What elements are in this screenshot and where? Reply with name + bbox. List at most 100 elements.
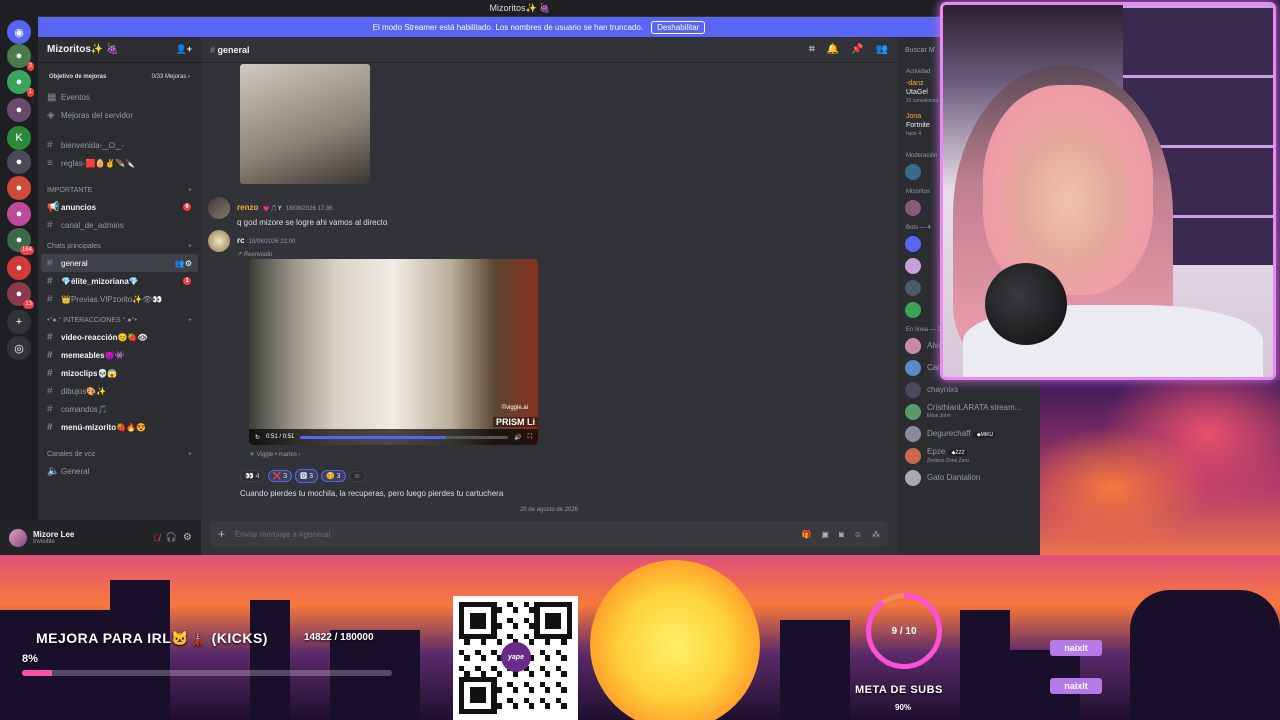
category-chats[interactable]: Chats principales + bbox=[38, 238, 201, 254]
add-channel-icon[interactable]: + bbox=[188, 317, 192, 324]
volume-icon[interactable]: 🔊 bbox=[514, 434, 521, 441]
channel-previas[interactable]: # 👑Previas.VIPzorito✨👁👀 bbox=[38, 290, 201, 308]
channel-memeables[interactable]: # memeables😈👾 bbox=[38, 346, 201, 364]
server-icon[interactable]: ● 1 bbox=[7, 70, 34, 97]
add-attachment-icon[interactable]: + bbox=[218, 527, 225, 541]
member-row[interactable]: Epze ◆ZZZ Zenless Zone Zero bbox=[897, 445, 1040, 467]
channel-boosts[interactable]: ◈ Mejoras del servidor bbox=[38, 106, 201, 124]
add-reaction-icon[interactable]: ☺ bbox=[348, 471, 366, 482]
channel-general[interactable]: # general 👥⚙ bbox=[41, 254, 198, 272]
server-icon[interactable]: ● bbox=[7, 176, 31, 200]
server-icon[interactable]: ● bbox=[7, 256, 31, 280]
reaction-button[interactable]: 🥴 3 bbox=[320, 470, 346, 482]
compass-icon[interactable]: ◎ bbox=[7, 336, 31, 360]
rules-icon: ≡ bbox=[47, 157, 53, 169]
channel-video-reaccion[interactable]: # video-reacción😊🍓👁 bbox=[38, 328, 201, 346]
channel-mizoclips[interactable]: # mizoclips💀😱 bbox=[38, 364, 201, 382]
category-interacciones[interactable]: •°●.° INTERACCIONES °.●°• + bbox=[38, 312, 201, 328]
settings-icon[interactable]: 👥⚙ bbox=[175, 259, 192, 268]
member-row[interactable]: chaynixs bbox=[897, 379, 1040, 401]
hash-icon: # bbox=[210, 44, 218, 55]
channel-reglas[interactable]: ≡ reglas-🟥🥚✌🪶🔪 bbox=[38, 154, 201, 172]
forwarded-label: ↱ Reenviado bbox=[237, 252, 273, 258]
subs-goal-ring: 9 / 10 bbox=[866, 593, 942, 669]
gif-icon[interactable]: ▣ bbox=[821, 530, 829, 539]
replay-icon[interactable]: ↻ bbox=[255, 434, 260, 441]
category-voz[interactable]: Canales de voz + bbox=[38, 446, 201, 462]
channel-label: Eventos bbox=[61, 92, 90, 102]
channel-anuncios[interactable]: 📢 anuncios 6 bbox=[38, 198, 201, 216]
member-row[interactable]: Gato Dantalion bbox=[897, 467, 1040, 489]
message-text: q god mizore se logre ahi vamos al direc… bbox=[237, 218, 388, 227]
server-icon[interactable]: ● bbox=[7, 202, 31, 226]
channel-sidebar: Mizoritos✨ 🍇 👤+ Objetivo de mejoras 0/33… bbox=[38, 37, 201, 520]
video-embed[interactable]: ©viggle.ai PRISM Li ↻ 0:51 / 0:51 🔊 ⛶ bbox=[249, 259, 538, 445]
invite-icon[interactable]: 👤+ bbox=[176, 44, 192, 55]
gift-icon[interactable]: 🎁 bbox=[801, 530, 811, 539]
mic-muted-icon[interactable]: 🎙̸ bbox=[153, 533, 160, 543]
reaction-button[interactable]: ❌ 3 bbox=[267, 470, 293, 482]
microphone bbox=[985, 263, 1067, 345]
channel-bienvenida[interactable]: # bienvenida-‿O‿- bbox=[38, 136, 201, 154]
boost-goal[interactable]: Objetivo de mejoras 0/33 Mejoras › bbox=[44, 70, 195, 84]
channel-label: general bbox=[61, 258, 88, 268]
streamer-mode-banner: El modo Streamer está habilitado. Los no… bbox=[38, 17, 1040, 37]
member-row[interactable]: Degurechaff ◆MIKU bbox=[897, 423, 1040, 445]
server-icon[interactable]: ● 13 bbox=[7, 282, 34, 309]
avatar bbox=[905, 236, 921, 252]
gear-icon[interactable]: ⚙ bbox=[183, 532, 192, 543]
avatar bbox=[905, 280, 921, 296]
add-icon[interactable]: + bbox=[7, 310, 31, 334]
message-author[interactable]: renzo bbox=[237, 203, 258, 212]
apps-icon[interactable]: ⁂ bbox=[872, 530, 880, 539]
sticker-icon[interactable]: ◙ bbox=[839, 530, 844, 539]
pin-icon[interactable]: 📌 bbox=[851, 44, 863, 55]
server-icon[interactable]: ● bbox=[7, 150, 31, 174]
reaction-button[interactable]: 👀 4 bbox=[240, 470, 265, 482]
add-channel-icon[interactable]: + bbox=[188, 243, 192, 250]
server-icon[interactable]: ● 3 bbox=[7, 44, 34, 71]
channel-label: canal_de_admins bbox=[61, 220, 124, 230]
avatar bbox=[905, 448, 921, 464]
add-channel-icon[interactable]: + bbox=[188, 187, 192, 194]
avatar bbox=[905, 360, 921, 376]
kicks-goal: MEJORA PARA IRL🐱🗼 (KICKS) 14822 / 180000… bbox=[12, 626, 404, 686]
headphones-icon[interactable]: 🎧 bbox=[166, 532, 177, 543]
channel-menu-mizorito[interactable]: # menú-mizorito🍓🔥😍 bbox=[38, 418, 201, 436]
server-icon[interactable]: ● 164 bbox=[7, 228, 34, 255]
reaction-button[interactable]: 🅳 3 bbox=[295, 469, 318, 483]
threads-icon[interactable]: ⌗ bbox=[809, 44, 815, 55]
message-author[interactable]: rc bbox=[237, 236, 245, 245]
avatar[interactable] bbox=[208, 230, 230, 252]
reactions: 👀 4 ❌ 3 🅳 3 🥴 3 ☺ bbox=[240, 465, 369, 483]
channel-comandos[interactable]: # comandos🎵 bbox=[38, 400, 201, 418]
bell-icon[interactable]: 🔔 bbox=[827, 44, 839, 55]
message-composer[interactable]: + Enviar mensaje a #general 🎁 ▣ ◙ ☺ ⁂ bbox=[210, 521, 888, 547]
video-progress[interactable] bbox=[300, 435, 509, 439]
add-channel-icon[interactable]: + bbox=[188, 451, 192, 458]
disable-streamer-button[interactable]: Deshabilitar bbox=[651, 20, 706, 34]
voice-channel-general[interactable]: 🔈 General bbox=[38, 462, 201, 480]
channel-events[interactable]: ▦ Eventos bbox=[38, 88, 201, 106]
emoji-icon[interactable]: ☺ bbox=[854, 530, 862, 539]
channel-label: video-reacción😊🍓👁 bbox=[61, 332, 148, 342]
server-icon[interactable]: K bbox=[7, 126, 31, 150]
squirrel-image[interactable] bbox=[240, 64, 370, 184]
channel-dibujos[interactable]: # dibujos🎨✨ bbox=[38, 382, 201, 400]
channel-elite[interactable]: # 💎élite_mizoriana💎 1 bbox=[38, 272, 201, 290]
members-icon[interactable]: 👥 bbox=[876, 44, 888, 55]
category-importante[interactable]: IMPORTANTE + bbox=[38, 182, 201, 198]
server-icon[interactable]: ● bbox=[7, 98, 31, 122]
avatar[interactable] bbox=[9, 528, 27, 547]
discord-icon[interactable]: ◉ bbox=[7, 20, 31, 44]
channel-label: reglas-🟥🥚✌🪶🔪 bbox=[61, 158, 136, 168]
chat-header: # general ⌗ 🔔 📌 👥 bbox=[201, 37, 897, 63]
webcam-feed bbox=[940, 2, 1276, 380]
avatar[interactable] bbox=[208, 197, 230, 219]
fullscreen-icon[interactable]: ⛶ bbox=[528, 434, 532, 441]
guild-header[interactable]: Mizoritos✨ 🍇 👤+ bbox=[38, 37, 201, 63]
embed-source-text: Viggle • martes › bbox=[256, 452, 301, 458]
category-label: IMPORTANTE bbox=[47, 186, 93, 194]
member-row[interactable]: CristhianLARATA stream... Elton John bbox=[897, 401, 1040, 423]
channel-admins[interactable]: # canal_de_admins bbox=[38, 216, 201, 234]
